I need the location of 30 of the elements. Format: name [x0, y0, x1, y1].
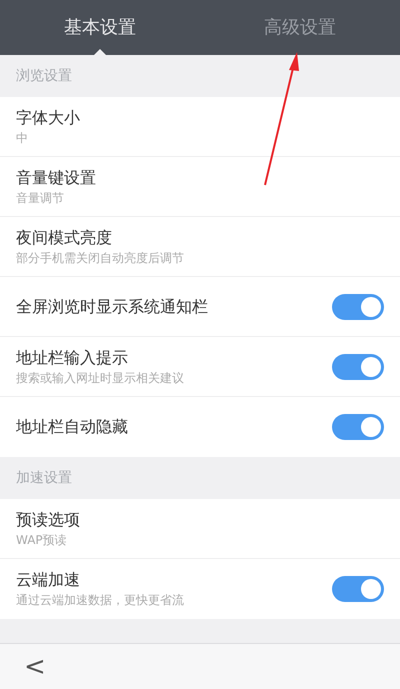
settings-row[interactable]: 预读选项 WAP预读	[0, 499, 400, 559]
setting-label: 预读选项	[16, 508, 81, 530]
settings-row[interactable]: 地址栏输入提示 搜索或输入网址时显示相关建议	[0, 337, 400, 397]
section-header: 加速设置	[16, 468, 72, 488]
toggle-switch[interactable]	[332, 354, 384, 380]
setting-subtitle: 部分手机需关闭自动亮度后调节	[16, 250, 185, 266]
tab[interactable]: 基本设置	[0, 0, 200, 55]
setting-label: 夜间模式亮度	[16, 226, 113, 248]
toggle-switch[interactable]	[332, 414, 384, 440]
setting-label: 地址栏输入提示	[16, 346, 129, 368]
toggle-switch[interactable]	[332, 576, 384, 602]
settings-row[interactable]: 夜间模式亮度 部分手机需关闭自动亮度后调节	[0, 217, 400, 277]
setting-subtitle: WAP预读	[16, 532, 68, 548]
setting-label: 云端加速	[16, 569, 81, 591]
settings-row[interactable]: 云端加速 通过云端加速数据，更快更省流	[0, 559, 400, 619]
setting-label: 全屏浏览时显示系统通知栏	[16, 296, 209, 318]
toggle-switch[interactable]	[332, 294, 384, 320]
back-button[interactable]: <	[24, 654, 46, 680]
setting-subtitle: 中	[16, 130, 29, 146]
settings-row[interactable]: 地址栏自动隐藏	[0, 397, 400, 457]
setting-subtitle: 通过云端加速数据，更快更省流	[16, 592, 185, 609]
section-header: 浏览设置	[16, 66, 72, 86]
settings-row[interactable]: 字体大小 中	[0, 97, 400, 157]
settings-row[interactable]: 音量键设置 音量调节	[0, 157, 400, 217]
setting-subtitle: 搜索或输入网址时显示相关建议	[16, 370, 185, 386]
setting-subtitle: 音量调节	[16, 190, 65, 206]
setting-label: 字体大小	[16, 106, 81, 128]
settings-row[interactable]: 全屏浏览时显示系统通知栏	[0, 277, 400, 337]
setting-label: 地址栏自动隐藏	[16, 416, 129, 438]
setting-label: 音量键设置	[16, 166, 97, 188]
